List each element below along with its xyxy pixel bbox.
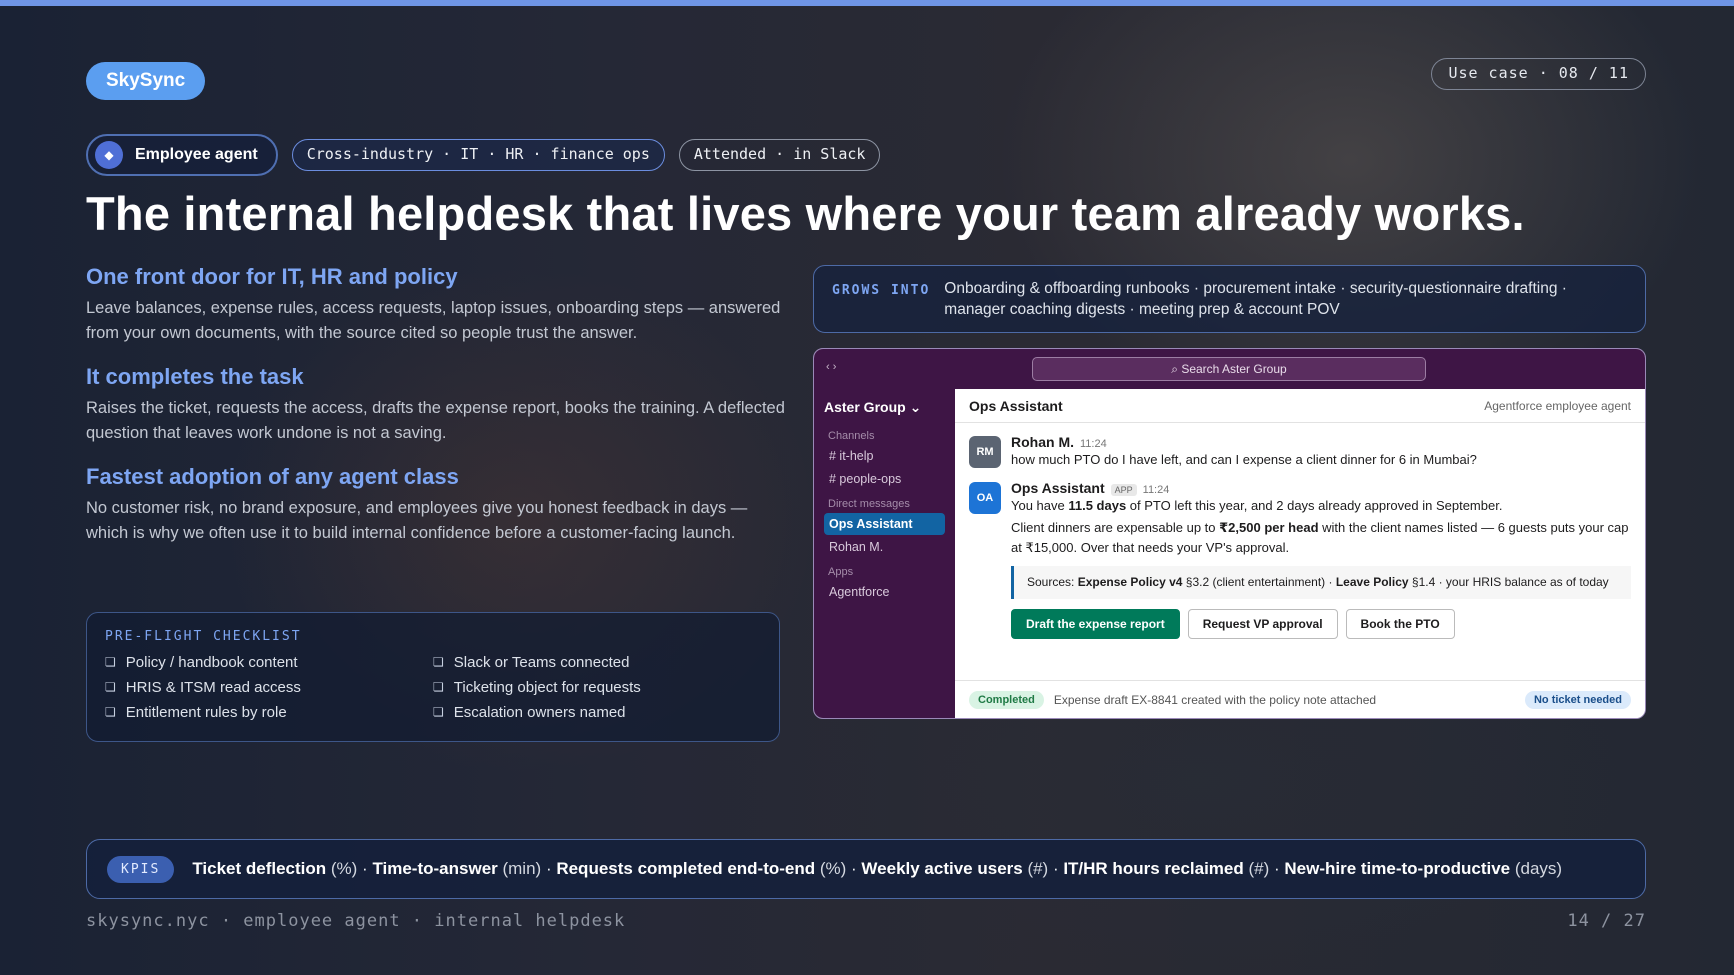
book-pto-button[interactable]: Book the PTO <box>1345 609 1455 639</box>
message-text-expense: Client dinners are expensable up to ₹2,5… <box>1011 520 1629 555</box>
draft-expense-button[interactable]: Draft the expense report <box>1011 609 1180 639</box>
message-ops-assistant: OA Ops Assistant APP 11:24 You have 11.5 d… <box>955 480 1645 639</box>
section-body: No customer risk, no brand exposure, and… <box>86 499 748 542</box>
kpi-name: New-hire time-to-productive <box>1284 859 1511 878</box>
section-fastest-adoption: Fastest adoption of any agent class No c… <box>86 464 786 546</box>
avatar: RM <box>969 436 1001 468</box>
kpi-list: Ticket deflection (%) · Time-to-answer (… <box>192 859 1563 878</box>
checklist-item: ❏ Policy / handbook content <box>105 652 433 673</box>
employee-agent-tag: ◆ Employee agent <box>86 134 278 176</box>
grows-into-label: GROWS INTO <box>832 283 931 298</box>
use-case-counter: Use case · 08 / 11 <box>1431 58 1646 90</box>
avatar: OA <box>969 482 1001 514</box>
checklist-item: ❏ HRIS & ITSM read access <box>105 677 433 698</box>
message-text: how much PTO do I have left, and can I e… <box>1011 452 1477 467</box>
sidebar-item-ops-assistant[interactable]: Ops Assistant <box>824 513 945 535</box>
sidebar-item-agentforce[interactable]: Agentforce <box>824 581 945 603</box>
section-title: Fastest adoption of any agent class <box>86 464 459 489</box>
section-body: Raises the ticket, requests the access, … <box>86 399 785 442</box>
kpi-name: Weekly active users <box>861 859 1023 878</box>
agent-diamond-icon: ◆ <box>95 141 123 169</box>
channels-group-label: Channels <box>828 430 875 442</box>
sources-block: Sources: Expense Policy v4 §3.2 (client … <box>1011 566 1631 599</box>
status-badge: Completed <box>969 690 1044 709</box>
section-completes-task: It completes the task Raises the ticket,… <box>86 364 786 446</box>
author-name: Rohan M. <box>1011 434 1074 450</box>
section-body: Leave balances, expense rules, access re… <box>86 299 781 342</box>
slack-topbar: ‹ › ⌕ Search Aster Group <box>814 349 1645 389</box>
checklist-item: ❏ Slack or Teams connected <box>433 652 761 673</box>
conversation-subtitle: Agentforce employee agent <box>1484 398 1631 413</box>
message-rohan: RM Rohan M. 11:24 how much PTO do I have … <box>955 434 1645 470</box>
kpi-name: Ticket deflection <box>192 859 327 878</box>
sidebar-item-people-ops[interactable]: # people-ops <box>824 468 945 490</box>
author-name: Ops Assistant <box>1011 480 1105 496</box>
section-title: It completes the task <box>86 364 304 389</box>
tag-row: ◆ Employee agent Cross-industry · IT · H… <box>86 134 881 176</box>
checklist-item: ❏ Escalation owners named <box>433 702 761 723</box>
slack-mockup: ‹ › ⌕ Search Aster Group Aster Group ⌄ C… <box>813 348 1646 719</box>
nav-arrows-icon[interactable]: ‹ › <box>826 361 836 373</box>
message-meta: Ops Assistant APP 11:24 <box>1011 480 1631 496</box>
checklist-grid: ❏ Policy / handbook content ❏ Slack or Tea… <box>105 652 761 723</box>
kpi-name: Requests completed end-to-end <box>556 859 816 878</box>
slack-search-input[interactable]: ⌕ Search Aster Group <box>1032 357 1426 381</box>
conversation-header: Ops Assistant Agentforce employee agent <box>955 389 1645 423</box>
page-title: The internal helpdesk that lives where y… <box>86 187 1525 240</box>
checklist-item-label: Escalation owners named <box>453 704 626 721</box>
checklist-item-label: HRIS & ITSM read access <box>125 679 301 696</box>
industry-tag: Cross-industry · IT · HR · finance ops <box>291 139 665 171</box>
message-time: 11:24 <box>1080 438 1107 450</box>
checklist-title: PRE-FLIGHT CHECKLIST <box>105 629 302 644</box>
kpi-label: KPIS <box>107 855 175 883</box>
checklist-item: ❏ Entitlement rules by role <box>105 702 433 723</box>
message-meta: Rohan M. 11:24 <box>1011 434 1631 450</box>
message-text-pto: You have 11.5 days of PTO left this year… <box>1011 498 1503 513</box>
slack-conversation: Ops Assistant Agentforce employee agent … <box>955 389 1645 718</box>
kpi-name: IT/HR hours reclaimed <box>1063 859 1244 878</box>
checkbox-icon: ❏ <box>433 705 444 719</box>
footer-caption: skysync.nyc · employee agent · internal … <box>86 911 626 931</box>
slack-sidebar: Aster Group ⌄ Channels # it-help # peopl… <box>814 389 955 718</box>
grows-into-text: Onboarding & offboarding runbooks · proc… <box>944 280 1567 318</box>
checklist-item-label: Ticketing object for requests <box>453 679 641 696</box>
dm-group-label: Direct messages <box>828 498 910 510</box>
app-badge: APP <box>1110 484 1137 496</box>
request-vp-approval-button[interactable]: Request VP approval <box>1187 609 1338 639</box>
page-number: 14 / 27 <box>1567 911 1646 931</box>
preflight-checklist: PRE-FLIGHT CHECKLIST ❏ Policy / handbook … <box>86 612 780 742</box>
workspace-switcher[interactable]: Aster Group ⌄ <box>824 399 945 416</box>
kpi-bar: KPIS Ticket deflection (%) · Time-to-ans… <box>86 839 1646 899</box>
grows-into-panel: GROWS INTO Onboarding & offboarding runb… <box>813 265 1646 333</box>
message-time: 11:24 <box>1142 484 1170 496</box>
status-footer: Completed Expense draft EX-8841 created … <box>955 680 1645 718</box>
feature-sections: One front door for IT, HR and policy Lea… <box>86 264 786 564</box>
checkbox-icon: ❏ <box>105 655 116 669</box>
checkbox-icon: ❏ <box>433 655 444 669</box>
sidebar-item-it-help[interactable]: # it-help <box>824 445 945 467</box>
section-front-door: One front door for IT, HR and policy Lea… <box>86 264 786 346</box>
checkbox-icon: ❏ <box>105 705 116 719</box>
brand-logo: SkySync <box>86 62 206 100</box>
checklist-item: ❏ Ticketing object for requests <box>433 677 761 698</box>
checkbox-icon: ❏ <box>433 680 444 694</box>
apps-group-label: Apps <box>828 566 854 578</box>
checklist-item-label: Policy / handbook content <box>125 654 298 671</box>
no-ticket-badge: No ticket needed <box>1524 690 1631 709</box>
employee-agent-label: Employee agent <box>135 146 258 163</box>
kpi-name: Time-to-answer <box>372 859 498 878</box>
conversation-title: Ops Assistant <box>969 397 1063 414</box>
mode-tag: Attended · in Slack <box>678 139 881 171</box>
top-accent-bar <box>0 0 1734 6</box>
checkbox-icon: ❏ <box>105 680 116 694</box>
status-text: Expense draft EX-8841 created with the p… <box>1053 692 1377 707</box>
checklist-item-label: Entitlement rules by role <box>125 704 287 721</box>
checklist-item-label: Slack or Teams connected <box>453 654 630 671</box>
action-buttons: Draft the expense report Request VP appr… <box>1011 609 1631 639</box>
section-title: One front door for IT, HR and policy <box>86 264 458 289</box>
sidebar-item-rohan[interactable]: Rohan M. <box>824 536 945 558</box>
